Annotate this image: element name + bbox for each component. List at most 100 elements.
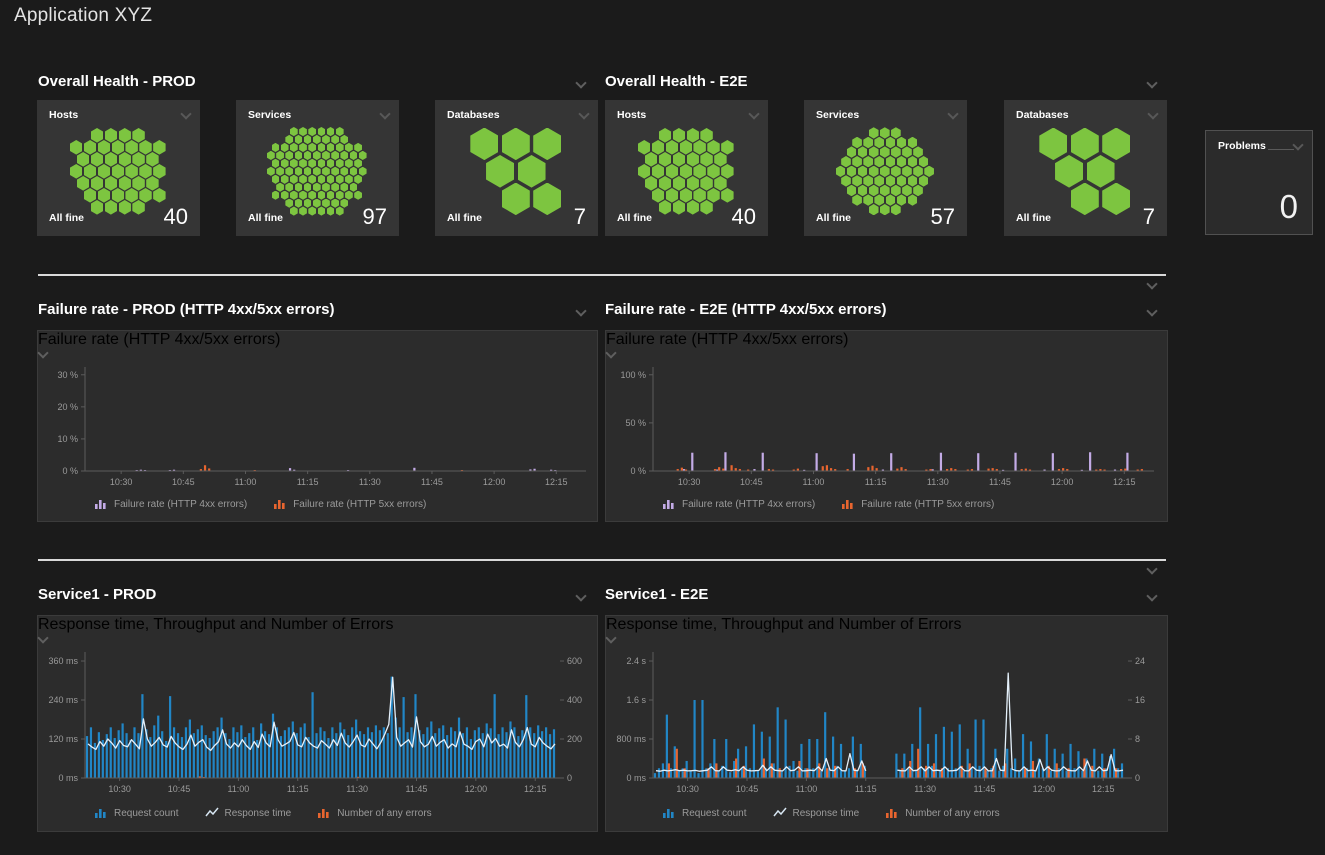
chevron-down-icon[interactable] xyxy=(1147,307,1156,316)
hexagon xyxy=(125,164,137,179)
hexagon xyxy=(308,175,316,184)
hexagon xyxy=(652,140,664,155)
hexagon xyxy=(276,151,284,160)
svg-text:16: 16 xyxy=(1135,695,1145,705)
chevron-down-icon[interactable] xyxy=(576,592,585,601)
svg-text:20 %: 20 % xyxy=(57,402,78,412)
legend-label: Failure rate (HTTP 4xx errors) xyxy=(682,499,815,510)
chevron-down-icon[interactable] xyxy=(1147,79,1156,88)
svg-text:10:30: 10:30 xyxy=(676,784,699,794)
svg-text:11:15: 11:15 xyxy=(855,784,877,794)
hexagon xyxy=(290,159,298,168)
hexagon xyxy=(308,191,316,200)
service1-e2e-tile[interactable]: Response time, Throughput and Number of … xyxy=(605,615,1168,832)
hexagon xyxy=(304,199,312,208)
hexagon xyxy=(700,128,712,143)
health-tile-services-e2e[interactable]: Services All fine 57 xyxy=(804,100,967,236)
hexagon xyxy=(272,175,280,184)
hexagon xyxy=(119,152,131,167)
legend-item[interactable]: Request count xyxy=(662,807,747,819)
service1-e2e-chart: 0 ms800 ms1.6 s2.4 s08162410:3010:4511:0… xyxy=(609,642,1164,802)
svg-text:11:30: 11:30 xyxy=(346,784,368,794)
bar-series-icon xyxy=(841,498,855,510)
chart-legend: Request count Response time Number of any … xyxy=(662,807,1000,819)
health-tile-services-prod[interactable]: Services All fine 97 xyxy=(236,100,399,236)
hexagon xyxy=(897,194,907,205)
service1-prod-tile[interactable]: Response time, Throughput and Number of … xyxy=(37,615,598,832)
failure-rate-e2e-tile[interactable]: Failure rate (HTTP 4xx/5xx errors) 0 %50… xyxy=(605,330,1168,522)
hexagon xyxy=(908,194,918,205)
hexagon xyxy=(336,175,344,184)
hexagon xyxy=(318,159,326,168)
hexagon xyxy=(290,175,298,184)
chevron-down-icon[interactable] xyxy=(576,307,585,316)
entity-count: 7 xyxy=(1143,204,1155,230)
chevron-down-icon[interactable] xyxy=(1147,592,1156,601)
hexagon xyxy=(687,128,699,143)
hexagon xyxy=(863,156,873,167)
hexagon xyxy=(313,199,321,208)
bar-series-icon xyxy=(885,807,899,819)
health-tile-databases-prod[interactable]: Databases All fine 7 xyxy=(435,100,598,236)
hexagon xyxy=(327,175,335,184)
hexagon xyxy=(919,175,929,186)
hexagon xyxy=(863,137,873,148)
legend-item[interactable]: Request count xyxy=(94,807,179,819)
hexagon xyxy=(533,128,561,161)
svg-text:100 %: 100 % xyxy=(620,370,646,380)
legend-item[interactable]: Number of any errors xyxy=(317,807,431,819)
problems-tile[interactable]: Problems 0 xyxy=(1205,130,1313,235)
hexagon xyxy=(105,176,117,191)
problems-count: 0 xyxy=(1280,188,1298,226)
hexagon xyxy=(913,146,923,157)
hexagon xyxy=(285,135,293,144)
hexagon xyxy=(659,200,671,215)
chevron-down-icon[interactable] xyxy=(1293,141,1302,150)
hexagon xyxy=(1055,155,1083,188)
hexagon xyxy=(680,164,692,179)
section-title-failure-prod: Failure rate - PROD (HTTP 4xx/5xx errors… xyxy=(38,301,335,318)
hexagon xyxy=(700,176,712,191)
hexagon xyxy=(327,191,335,200)
hexagon xyxy=(331,151,339,160)
hexagon xyxy=(153,140,165,155)
legend-item[interactable]: Response time xyxy=(205,807,292,819)
section-title-service-prod: Service1 - PROD xyxy=(38,586,156,603)
hexagon xyxy=(295,167,303,176)
hexagon xyxy=(350,183,358,192)
hexagon xyxy=(327,159,335,168)
hexagon xyxy=(295,199,303,208)
legend-item[interactable]: Failure rate (HTTP 5xx errors) xyxy=(273,498,426,510)
hexagon xyxy=(897,156,907,167)
status-label: All fine xyxy=(49,212,84,224)
health-tile-hosts-prod[interactable]: Hosts All fine 40 xyxy=(37,100,200,236)
hexagon xyxy=(863,194,873,205)
svg-text:11:15: 11:15 xyxy=(297,477,319,487)
failure-rate-prod-tile[interactable]: Failure rate (HTTP 4xx/5xx errors) 0 %10… xyxy=(37,330,598,522)
bar-series-icon xyxy=(94,498,108,510)
hexagon xyxy=(322,199,330,208)
svg-text:2.4 s: 2.4 s xyxy=(626,656,646,666)
chevron-down-icon[interactable] xyxy=(1147,565,1156,574)
svg-text:12:15: 12:15 xyxy=(545,477,568,487)
health-tile-hosts-e2e[interactable]: Hosts All fine 40 xyxy=(605,100,768,236)
legend-item[interactable]: Response time xyxy=(773,807,860,819)
legend-item[interactable]: Number of any errors xyxy=(885,807,999,819)
legend-item[interactable]: Failure rate (HTTP 5xx errors) xyxy=(841,498,994,510)
hexagon xyxy=(645,152,657,167)
svg-text:11:30: 11:30 xyxy=(927,477,949,487)
chevron-down-icon[interactable] xyxy=(1147,280,1156,289)
section-title-health-e2e: Overall Health - E2E xyxy=(605,73,748,90)
legend-item[interactable]: Failure rate (HTTP 4xx errors) xyxy=(94,498,247,510)
hexagon xyxy=(721,188,733,203)
hexagon xyxy=(869,185,879,196)
tile-title: Problems xyxy=(1218,140,1266,152)
hexagon xyxy=(847,185,857,196)
hexagon xyxy=(891,185,901,196)
chevron-down-icon[interactable] xyxy=(576,79,585,88)
svg-text:0 ms: 0 ms xyxy=(58,773,78,783)
health-tile-databases-e2e[interactable]: Databases All fine 7 xyxy=(1004,100,1167,236)
status-label: All fine xyxy=(816,212,851,224)
dashboard: Application XYZ Overall Health - PROD Ov… xyxy=(0,0,1325,855)
legend-item[interactable]: Failure rate (HTTP 4xx errors) xyxy=(662,498,815,510)
